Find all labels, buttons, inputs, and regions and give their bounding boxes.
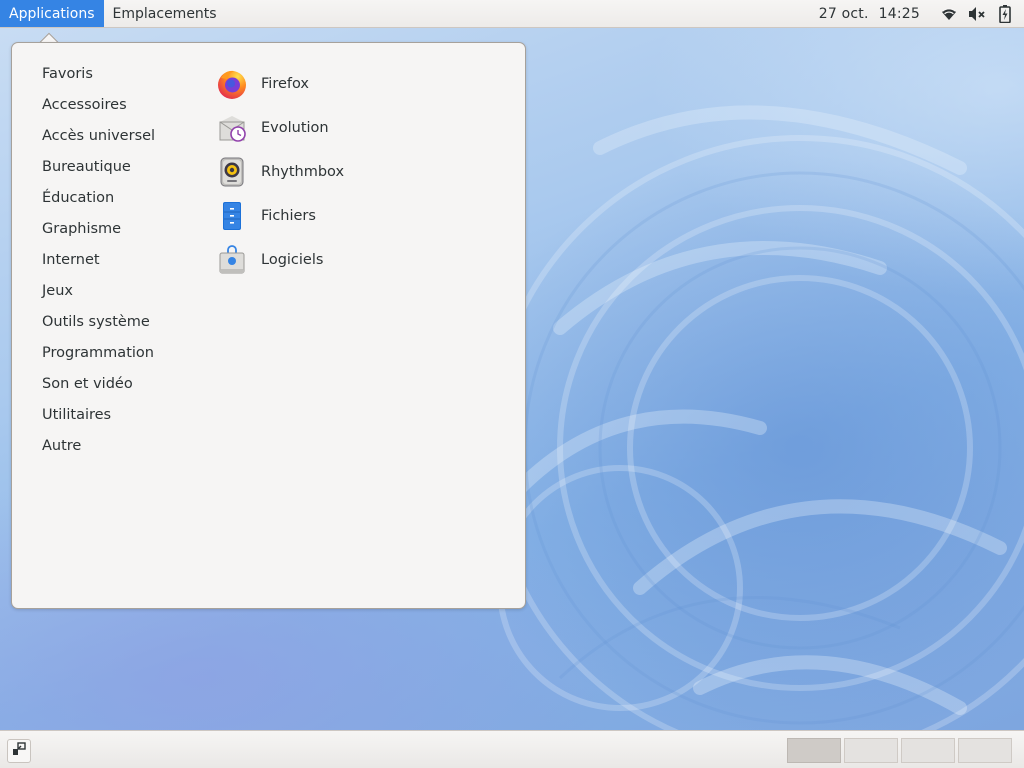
category-item-graphisme[interactable]: Graphisme: [42, 219, 155, 250]
system-tray: 27 oct. 14:25: [819, 0, 1024, 27]
category-list: Favoris Accessoires Accès universel Bure…: [42, 64, 155, 467]
show-desktop-icon: [12, 742, 26, 760]
app-item-fichiers[interactable]: Fichiers: [215, 194, 344, 238]
category-item-jeux[interactable]: Jeux: [42, 281, 155, 312]
applications-menu-button[interactable]: Applications: [0, 0, 104, 27]
battery-charging-icon[interactable]: [994, 3, 1016, 25]
category-item-autre[interactable]: Autre: [42, 436, 155, 467]
rhythmbox-icon: [215, 155, 249, 189]
clock-time: 14:25: [878, 5, 920, 22]
workspace-switcher: [784, 738, 1012, 763]
category-item-favoris[interactable]: Favoris: [42, 64, 155, 95]
software-icon: [215, 243, 249, 277]
clock[interactable]: 27 oct. 14:25: [819, 6, 920, 22]
workspace-1[interactable]: [787, 738, 841, 763]
show-desktop-button[interactable]: [7, 739, 31, 763]
workspace-3[interactable]: [901, 738, 955, 763]
workspace-2[interactable]: [844, 738, 898, 763]
category-item-outils-systeme[interactable]: Outils système: [42, 312, 155, 343]
files-icon: [215, 199, 249, 233]
category-item-internet[interactable]: Internet: [42, 250, 155, 281]
places-menu-button[interactable]: Emplacements: [104, 0, 226, 27]
clock-date: 27 oct.: [818, 5, 869, 22]
top-bar: Applications Emplacements 27 oct. 14:25: [0, 0, 1024, 28]
applications-menu-label: Applications: [9, 5, 95, 22]
category-item-education[interactable]: Éducation: [42, 188, 155, 219]
category-item-programmation[interactable]: Programmation: [42, 343, 155, 374]
evolution-icon: [215, 111, 249, 145]
category-item-utilitaires[interactable]: Utilitaires: [42, 405, 155, 436]
app-label-evolution: Evolution: [261, 120, 329, 136]
category-item-bureautique[interactable]: Bureautique: [42, 157, 155, 188]
firefox-icon: [215, 67, 249, 101]
app-label-logiciels: Logiciels: [261, 252, 324, 268]
app-label-firefox: Firefox: [261, 76, 309, 92]
bottom-bar: [0, 730, 1024, 768]
app-item-rhythmbox[interactable]: Rhythmbox: [215, 150, 344, 194]
applications-menu-popup: Favoris Accessoires Accès universel Bure…: [11, 42, 526, 609]
app-item-firefox[interactable]: Firefox: [215, 62, 344, 106]
volume-muted-icon[interactable]: [966, 3, 988, 25]
app-label-fichiers: Fichiers: [261, 208, 316, 224]
places-menu-label: Emplacements: [112, 5, 217, 22]
category-item-son-et-video[interactable]: Son et vidéo: [42, 374, 155, 405]
app-label-rhythmbox: Rhythmbox: [261, 164, 345, 180]
category-item-acces-universel[interactable]: Accès universel: [42, 126, 155, 157]
app-list: Firefox Evolution Rhythmbox Fichiers Log…: [215, 62, 344, 282]
wifi-icon[interactable]: [938, 3, 960, 25]
workspace-4[interactable]: [958, 738, 1012, 763]
app-item-evolution[interactable]: Evolution: [215, 106, 344, 150]
category-item-accessoires[interactable]: Accessoires: [42, 95, 155, 126]
app-item-logiciels[interactable]: Logiciels: [215, 238, 344, 282]
